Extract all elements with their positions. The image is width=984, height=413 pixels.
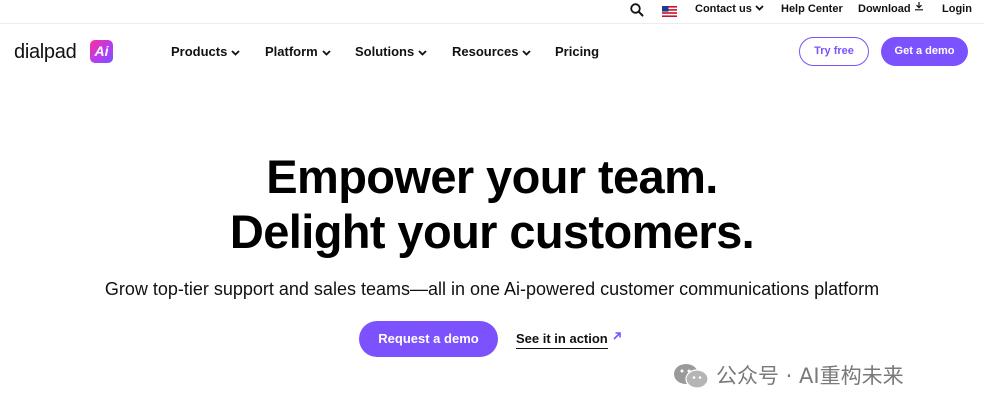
download-label: Download <box>858 3 911 15</box>
chevron-down-icon <box>522 44 532 59</box>
ai-badge-icon: Ai <box>90 40 113 63</box>
nav-resources-label: Resources <box>452 44 519 59</box>
nav-solutions[interactable]: Solutions <box>355 44 427 59</box>
try-free-button[interactable]: Try free <box>799 37 869 66</box>
logo-text: dialpad <box>14 41 77 63</box>
download-icon <box>914 1 924 15</box>
contact-us-label: Contact us <box>695 3 752 15</box>
nav-products-label: Products <box>171 44 228 59</box>
nav-resources[interactable]: Resources <box>452 44 532 59</box>
hero-headline-line-2: Delight your customers. <box>229 205 755 258</box>
chevron-down-icon <box>418 44 427 59</box>
chevron-down-icon <box>322 44 331 59</box>
get-a-demo-button[interactable]: Get a demo <box>881 37 968 66</box>
nav-products[interactable]: Products <box>171 44 240 59</box>
see-it-in-action-link[interactable]: See it in action <box>516 330 622 350</box>
help-center-link[interactable]: Help Center <box>781 3 843 16</box>
nav-solutions-label: Solutions <box>355 44 415 59</box>
see-it-in-action-label: See it in action <box>516 331 608 349</box>
us-flag-icon[interactable] <box>662 4 677 17</box>
hero-headline-line-1: Empower your team. <box>266 150 718 203</box>
watermark-text: 公众号 · AI重构未来 <box>716 364 904 388</box>
arrow-up-right-icon <box>612 328 622 346</box>
download-link[interactable]: Download <box>858 1 924 16</box>
utility-bar: Contact us Help Center Download Login <box>0 0 984 24</box>
nav-platform[interactable]: Platform <box>265 44 331 59</box>
wechat-icon <box>672 362 710 390</box>
request-demo-button[interactable]: Request a demo <box>359 321 498 357</box>
chevron-down-icon <box>755 2 764 15</box>
chevron-down-icon <box>231 44 240 59</box>
login-link[interactable]: Login <box>942 3 972 16</box>
contact-us-menu[interactable]: Contact us <box>695 3 764 16</box>
nav-pricing[interactable]: Pricing <box>555 44 599 59</box>
search-icon[interactable] <box>629 2 645 18</box>
hero-subtitle: Grow top-tier support and sales teams—al… <box>104 279 880 299</box>
nav-platform-label: Platform <box>265 44 318 59</box>
